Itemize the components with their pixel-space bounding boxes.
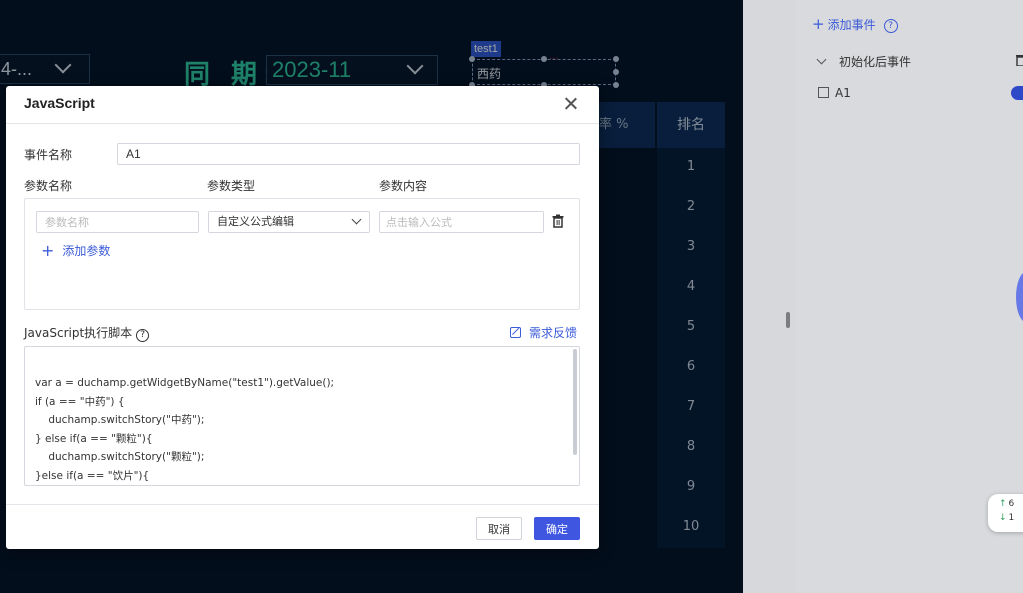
- arrow-down-icon: ↓: [999, 513, 1007, 523]
- help-icon[interactable]: ?: [883, 19, 898, 33]
- dialog-header: JavaScript: [6, 86, 599, 124]
- param-content-input[interactable]: [379, 211, 544, 233]
- param-type-value: 自定义公式编辑: [217, 215, 294, 228]
- add-param-label: 添加参数: [62, 244, 111, 258]
- init-event-label: 初始化后事件: [839, 55, 912, 69]
- event-name-label: 事件名称: [24, 148, 73, 162]
- add-param-button[interactable]: + 添加参数: [41, 241, 110, 260]
- chevron-down-icon: [816, 54, 827, 65]
- script-section-label: JavaScript执行脚本?: [24, 324, 150, 342]
- add-event-label: 添加事件: [827, 18, 876, 32]
- chart-icon: [818, 87, 829, 98]
- drag-handle[interactable]: [786, 312, 790, 328]
- event-item-label: A1: [835, 86, 851, 100]
- param-type-header: 参数类型: [207, 179, 256, 193]
- chevron-down-icon: [351, 214, 362, 225]
- add-event-button[interactable]: + 添加事件?: [812, 15, 898, 33]
- stats-card: ↑ 6 ↓ 1: [988, 494, 1023, 532]
- editor-scrollbar[interactable]: [573, 349, 577, 455]
- cancel-button[interactable]: 取消: [476, 517, 522, 540]
- help-icon[interactable]: ?: [136, 329, 150, 342]
- script-label-text: JavaScript执行脚本: [24, 326, 133, 340]
- arrow-up-icon: ↑: [999, 499, 1007, 509]
- param-type-select[interactable]: 自定义公式编辑: [208, 211, 370, 233]
- trash-icon[interactable]: [552, 214, 564, 228]
- script-code: var a = duchamp.getWidgetByName("test1")…: [35, 377, 335, 482]
- event-item-a1[interactable]: A1: [818, 86, 851, 100]
- plus-icon: +: [812, 15, 825, 33]
- event-name-input[interactable]: [117, 143, 580, 165]
- params-table: 自定义公式编辑 + 添加参数: [24, 198, 580, 310]
- dialog-title: JavaScript: [24, 95, 95, 111]
- feedback-label: 需求反馈: [529, 326, 578, 340]
- stats-up: ↑ 6: [999, 499, 1015, 509]
- edit-icon: [510, 327, 521, 338]
- dialog-footer: 取消 确定: [6, 504, 599, 549]
- close-icon[interactable]: [562, 95, 580, 113]
- plus-icon: +: [41, 241, 55, 260]
- init-event-group[interactable]: 初始化后事件: [816, 53, 912, 70]
- delete-icon[interactable]: [1016, 54, 1023, 70]
- param-name-header: 参数名称: [24, 179, 73, 193]
- script-editor[interactable]: var a = duchamp.getWidgetByName("test1")…: [24, 346, 580, 486]
- panel-divider: [743, 0, 796, 593]
- javascript-dialog: JavaScript 事件名称 参数名称 参数类型 参数内容 自定义公式编辑 +…: [6, 86, 599, 549]
- feedback-link[interactable]: 需求反馈: [510, 324, 577, 341]
- confirm-button[interactable]: 确定: [534, 517, 580, 540]
- param-content-header: 参数内容: [379, 179, 428, 193]
- event-toggle[interactable]: [1011, 86, 1023, 100]
- param-name-input[interactable]: [36, 211, 199, 233]
- stats-down: ↓ 1: [999, 513, 1015, 523]
